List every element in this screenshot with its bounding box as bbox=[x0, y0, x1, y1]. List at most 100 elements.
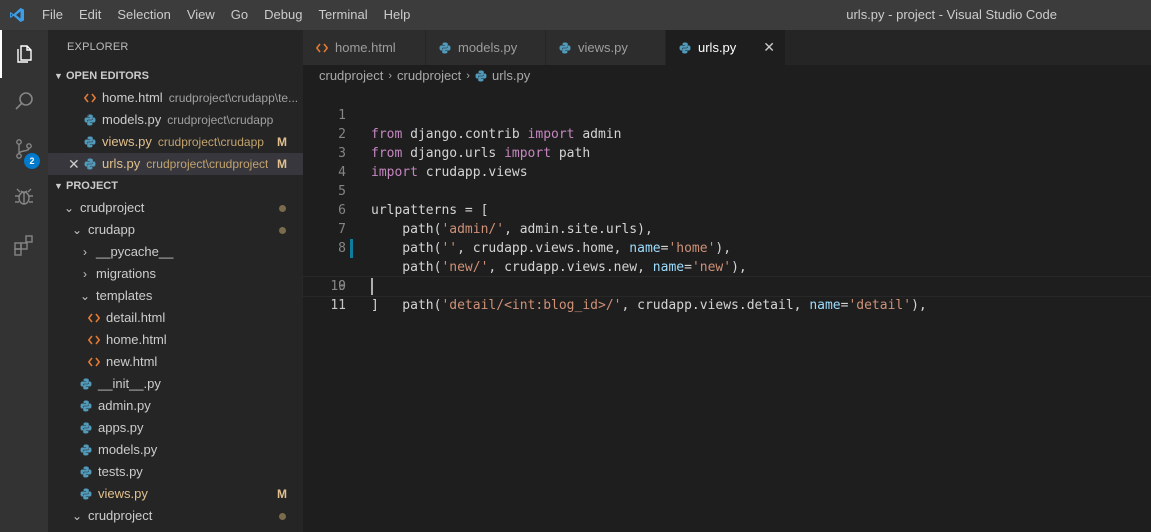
tree-file-new-html[interactable]: new.html bbox=[48, 351, 303, 373]
tree-folder-migrations[interactable]: › migrations bbox=[48, 263, 303, 285]
html-file-icon bbox=[316, 41, 328, 55]
close-icon[interactable]: ✕ bbox=[763, 39, 775, 56]
tree-file-init-py[interactable]: __init__.py bbox=[48, 373, 303, 395]
vscode-logo-icon bbox=[0, 0, 34, 30]
tree-file-models-py[interactable]: models.py bbox=[48, 439, 303, 461]
tab-label: models.py bbox=[458, 40, 518, 55]
tree-item-label: __init__.py bbox=[98, 376, 161, 391]
tree-item-label: crudproject bbox=[88, 508, 153, 523]
activity-explorer[interactable] bbox=[0, 30, 48, 78]
open-editor-home-html[interactable]: home.html crudproject\crudapp\te... bbox=[48, 87, 303, 109]
html-file-icon bbox=[88, 333, 100, 347]
tree-folder-templates[interactable]: ⌄ templates bbox=[48, 285, 303, 307]
open-editor-path: crudproject\crudapp bbox=[167, 113, 274, 127]
open-editors-header[interactable]: ▼ OPEN EDITORS bbox=[48, 65, 303, 87]
debug-icon bbox=[12, 185, 36, 212]
open-editor-views-py[interactable]: views.py crudproject\crudapp M bbox=[48, 131, 303, 153]
search-icon bbox=[12, 89, 36, 116]
python-file-icon bbox=[80, 443, 92, 457]
breadcrumb-item[interactable]: crudproject bbox=[319, 65, 383, 87]
python-file-icon bbox=[439, 41, 451, 55]
html-file-icon bbox=[88, 355, 100, 369]
python-file-icon bbox=[80, 421, 92, 435]
project-header[interactable]: ▼ PROJECT bbox=[48, 175, 303, 197]
menu-debug[interactable]: Debug bbox=[256, 0, 310, 30]
code-line-current: 11 bbox=[302, 276, 1151, 313]
code-line: 10 ] bbox=[303, 258, 1151, 313]
tab-views-py[interactable]: views.py bbox=[546, 30, 666, 65]
chevron-right-icon: › bbox=[83, 245, 87, 259]
menu-file[interactable]: File bbox=[34, 0, 71, 30]
chevron-right-icon: › bbox=[388, 70, 392, 82]
tree-item-label: crudproject bbox=[80, 200, 145, 215]
tree-item-label: home.html bbox=[106, 332, 167, 347]
menu-view[interactable]: View bbox=[179, 0, 223, 30]
breadcrumb-item[interactable]: crudproject bbox=[397, 65, 461, 87]
code-line: 2 from django.urls import path bbox=[303, 106, 1151, 161]
chevron-down-icon: ⌄ bbox=[63, 201, 75, 215]
tree-item-label: migrations bbox=[96, 266, 156, 281]
tab-label: home.html bbox=[335, 40, 396, 55]
extensions-icon bbox=[12, 233, 36, 260]
open-editor-path: crudproject\crudproject bbox=[146, 157, 269, 171]
tree-item-label: detail.html bbox=[106, 310, 166, 325]
open-editor-label: views.py bbox=[102, 134, 152, 149]
python-file-icon bbox=[80, 487, 92, 501]
chevron-right-icon: › bbox=[83, 267, 87, 281]
menu-help[interactable]: Help bbox=[376, 0, 419, 30]
open-editor-label: urls.py bbox=[102, 156, 141, 171]
python-file-icon bbox=[84, 113, 96, 127]
tree-folder-crudproject-inner[interactable]: ⌄ crudproject bbox=[48, 505, 303, 527]
code-line: 3 import crudapp.views bbox=[303, 125, 1151, 180]
chevron-down-icon: ⌄ bbox=[71, 223, 83, 237]
html-file-icon bbox=[84, 91, 96, 105]
breadcrumb: crudproject › crudproject › urls.py bbox=[303, 65, 1151, 87]
open-editor-urls-py[interactable]: ✕ urls.py crudproject\crudproject M bbox=[48, 153, 303, 175]
tree-file-detail-html[interactable]: detail.html bbox=[48, 307, 303, 329]
activity-extensions[interactable] bbox=[0, 222, 48, 270]
chevron-right-icon: › bbox=[466, 70, 470, 82]
tab-urls-py[interactable]: urls.py ✕ bbox=[666, 30, 786, 65]
modified-dot bbox=[279, 227, 286, 234]
open-editor-path: crudproject\crudapp bbox=[157, 135, 264, 149]
tab-models-py[interactable]: models.py bbox=[426, 30, 546, 65]
activity-search[interactable] bbox=[0, 78, 48, 126]
chevron-down-icon: ▼ bbox=[54, 71, 63, 81]
tab-home-html[interactable]: home.html bbox=[303, 30, 426, 65]
sidebar-title: EXPLORER bbox=[67, 41, 129, 53]
tree-item-label: admin.py bbox=[98, 398, 151, 413]
tree-file-tests-py[interactable]: tests.py bbox=[48, 461, 303, 483]
tree-item-label: models.py bbox=[98, 442, 158, 457]
menu-edit[interactable]: Edit bbox=[71, 0, 109, 30]
menu-selection[interactable]: Selection bbox=[109, 0, 178, 30]
open-editors-label: OPEN EDITORS bbox=[66, 70, 149, 82]
tree-file-home-html[interactable]: home.html bbox=[48, 329, 303, 351]
tree-item-label: tests.py bbox=[98, 464, 143, 479]
tree-folder-crudproject[interactable]: ⌄ crudproject bbox=[48, 197, 303, 219]
open-editor-label: models.py bbox=[102, 112, 162, 127]
tree-file-views-py[interactable]: views.py M bbox=[48, 483, 303, 505]
menu-go[interactable]: Go bbox=[223, 0, 256, 30]
project-label: PROJECT bbox=[66, 180, 118, 192]
close-icon[interactable]: ✕ bbox=[68, 153, 80, 175]
tree-file-admin-py[interactable]: admin.py bbox=[48, 395, 303, 417]
code-editor[interactable]: 1 from django.contrib import admin 2 fro… bbox=[302, 87, 1151, 313]
tree-item-label: crudapp bbox=[88, 222, 135, 237]
python-file-icon bbox=[679, 41, 691, 55]
python-file-icon bbox=[80, 377, 92, 391]
activity-source-control[interactable]: 2 bbox=[0, 126, 48, 174]
modified-badge: M bbox=[277, 487, 287, 501]
tree-folder-pycache[interactable]: › __pycache__ bbox=[48, 241, 303, 263]
menu-terminal[interactable]: Terminal bbox=[310, 0, 375, 30]
tab-label: views.py bbox=[578, 40, 628, 55]
code-line: 7 path('', crudapp.views.home, name='hom… bbox=[303, 201, 1151, 256]
breadcrumb-item[interactable]: urls.py bbox=[492, 65, 530, 87]
open-editor-models-py[interactable]: models.py crudproject\crudapp bbox=[48, 109, 303, 131]
open-editor-path: crudproject\crudapp\te... bbox=[168, 91, 299, 105]
tree-folder-crudapp[interactable]: ⌄ crudapp bbox=[48, 219, 303, 241]
activity-debug[interactable] bbox=[0, 174, 48, 222]
explorer-icon bbox=[13, 41, 37, 68]
text-cursor bbox=[371, 278, 373, 295]
tree-file-apps-py[interactable]: apps.py bbox=[48, 417, 303, 439]
modified-dot bbox=[279, 513, 286, 520]
